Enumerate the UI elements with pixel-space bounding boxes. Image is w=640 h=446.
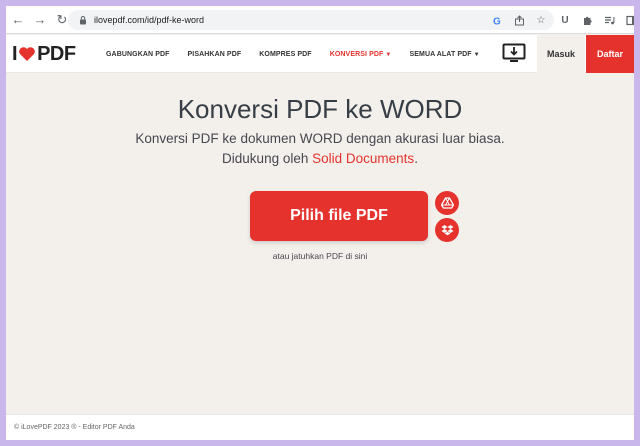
nav-compress-pdf[interactable]: KOMPRES PDF bbox=[259, 51, 311, 58]
browser-toolbar: ← → ↻ ilovepdf.com/id/pdf-ke-word G ☆ U bbox=[6, 6, 634, 34]
subtitle-suffix: . bbox=[414, 151, 418, 166]
side-panel-icon[interactable] bbox=[624, 12, 634, 28]
url-text: ilovepdf.com/id/pdf-ke-word bbox=[94, 15, 205, 25]
share-icon[interactable] bbox=[512, 13, 526, 27]
footer-copyright: © iLovePDF 2023 ® - Editor PDF Anda bbox=[14, 424, 135, 431]
site-footer: © iLovePDF 2023 ® - Editor PDF Anda bbox=[6, 414, 634, 440]
signup-button[interactable]: Daftar bbox=[586, 35, 634, 73]
subtitle-line-2: Didukung oleh Solid Documents. bbox=[6, 149, 634, 169]
google-icon[interactable]: G bbox=[490, 13, 504, 27]
login-button[interactable]: Masuk bbox=[537, 35, 585, 73]
nav-all-tools-label: SEMUA ALAT PDF bbox=[409, 50, 472, 58]
caret-down-icon: ▼ bbox=[473, 51, 480, 58]
nav-merge-pdf[interactable]: GABUNGKAN PDF bbox=[106, 51, 170, 58]
solid-documents-link[interactable]: Solid Documents bbox=[312, 151, 414, 166]
google-drive-icon bbox=[440, 197, 454, 209]
address-bar[interactable]: ilovepdf.com/id/pdf-ke-word G ☆ bbox=[68, 10, 554, 30]
lock-icon bbox=[80, 16, 86, 25]
select-pdf-file-button[interactable]: Pilih file PDF bbox=[250, 191, 428, 241]
caret-down-icon: ▼ bbox=[385, 51, 392, 58]
dropbox-button[interactable] bbox=[435, 218, 459, 242]
svg-text:G: G bbox=[493, 16, 501, 26]
page-title: Konversi PDF ke WORD bbox=[177, 94, 463, 124]
puzzle-icon[interactable] bbox=[580, 12, 594, 28]
forward-arrow-icon[interactable]: → bbox=[30, 10, 50, 30]
nav-split-pdf[interactable]: PISAHKAN PDF bbox=[188, 51, 242, 58]
ilovepdf-logo[interactable]: I PDF bbox=[12, 43, 76, 65]
nav-convert-pdf-label: KONVERSI PDF bbox=[329, 50, 384, 58]
nav-convert-pdf[interactable]: KONVERSI PDF ▼ bbox=[330, 51, 392, 58]
logo-text-pdf: PDF bbox=[37, 42, 76, 65]
subtitle-line-1: Konversi PDF ke dokumen WORD dengan akur… bbox=[135, 131, 505, 146]
browser-window: ← → ↻ ilovepdf.com/id/pdf-ke-word G ☆ U bbox=[6, 6, 634, 440]
subtitle-prefix: Didukung oleh bbox=[222, 151, 313, 166]
back-arrow-icon[interactable]: ← bbox=[8, 10, 28, 30]
nav-all-tools[interactable]: SEMUA ALAT PDF ▼ bbox=[409, 51, 479, 58]
media-queue-icon[interactable] bbox=[602, 12, 616, 28]
dropbox-icon bbox=[441, 225, 453, 236]
desktop-download-icon[interactable] bbox=[502, 43, 526, 65]
main-nav: GABUNGKAN PDF PISAHKAN PDF KOMPRES PDF K… bbox=[106, 35, 498, 73]
logo-text-i: I bbox=[12, 42, 18, 65]
page-subtitle: Konversi PDF ke dokumen WORD dengan akur… bbox=[6, 129, 634, 169]
site-header: I PDF GABUNGKAN PDF PISAHKAN PDF KOMPRES… bbox=[6, 35, 634, 73]
google-drive-button[interactable] bbox=[435, 191, 459, 215]
heart-icon bbox=[19, 47, 35, 61]
drop-hint-text: atau jatuhkan PDF di sini bbox=[272, 251, 368, 261]
star-icon[interactable]: ☆ bbox=[534, 13, 548, 27]
extension-u-icon[interactable]: U bbox=[558, 12, 572, 28]
